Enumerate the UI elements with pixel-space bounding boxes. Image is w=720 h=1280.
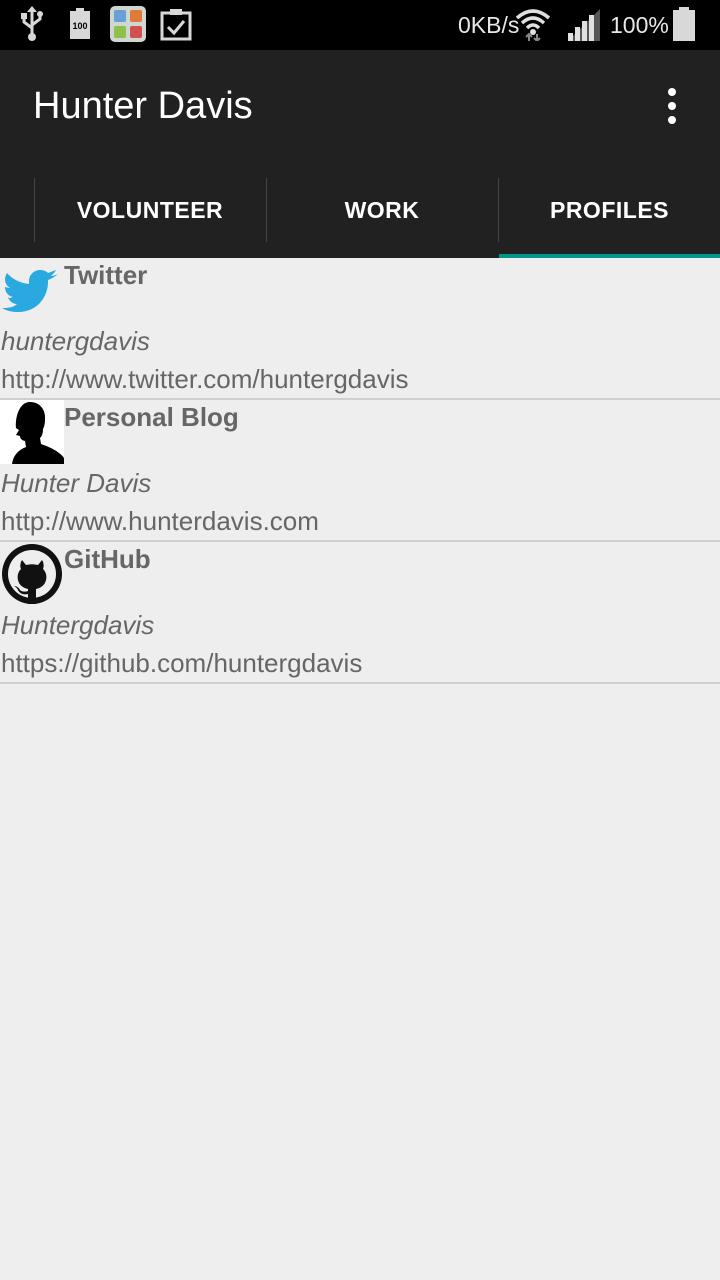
profile-network: Personal Blog — [64, 402, 239, 432]
tab-bar: VOLUNTEER WORK PROFILES — [0, 162, 720, 258]
battery-100-icon: 100 — [68, 6, 92, 42]
status-bar: 100 0KB/s 100% — [0, 0, 720, 50]
apps-grid-icon — [110, 6, 146, 42]
profile-url[interactable]: http://www.twitter.com/huntergdavis — [1, 364, 409, 395]
twitter-bird-icon — [0, 258, 64, 322]
data-rate: 0KB/s — [458, 12, 520, 38]
profile-username: huntergdavis — [1, 326, 150, 356]
wifi-icon — [514, 6, 552, 42]
action-bar: Hunter Davis — [0, 50, 720, 162]
person-silhouette-icon — [0, 400, 64, 464]
more-vert-icon[interactable] — [652, 80, 692, 132]
tab-profiles[interactable]: PROFILES — [499, 162, 720, 258]
profile-network: GitHub — [64, 544, 151, 574]
svg-text:100: 100 — [72, 21, 87, 31]
profile-network: Twitter — [64, 260, 148, 290]
app-title: Hunter Davis — [33, 85, 253, 127]
profiles-list: Twitter huntergdavis http://www.twitter.… — [0, 258, 720, 684]
clipboard-check-icon — [160, 6, 192, 42]
profile-username: Hunter Davis — [1, 468, 152, 498]
list-item[interactable]: GitHub Huntergdavis https://github.com/h… — [0, 542, 720, 684]
profile-url[interactable]: http://www.hunterdavis.com — [1, 506, 319, 537]
battery-icon — [672, 6, 696, 42]
usb-icon — [18, 6, 46, 42]
tab-volunteer[interactable]: VOLUNTEER — [34, 162, 266, 258]
github-octocat-icon — [0, 542, 64, 606]
profile-username: Huntergdavis — [1, 610, 155, 640]
list-item[interactable]: Twitter huntergdavis http://www.twitter.… — [0, 258, 720, 400]
battery-percent: 100% — [610, 12, 669, 38]
list-item[interactable]: Personal Blog Hunter Davis http://www.hu… — [0, 400, 720, 542]
cell-signal-icon — [566, 6, 602, 42]
profile-url[interactable]: https://github.com/huntergdavis — [1, 648, 362, 679]
tab-work[interactable]: WORK — [266, 162, 498, 258]
